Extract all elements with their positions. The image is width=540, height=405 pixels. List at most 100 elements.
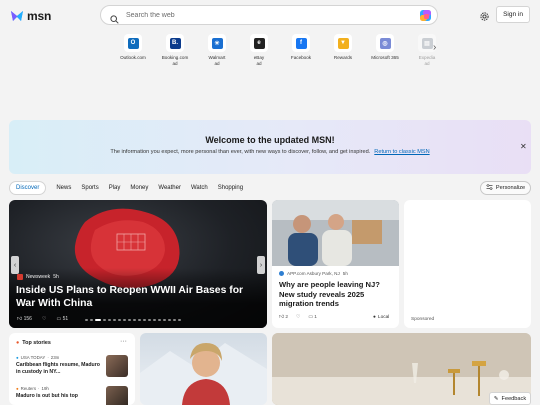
hero-title[interactable]: Inside US Plans to Reopen WWII Air Bases… [16,284,260,310]
local-tag[interactable]: ● Local [373,315,389,320]
quick-link[interactable]: e eBay ad [238,34,280,66]
story-source-age: 19h [41,386,49,391]
quick-link[interactable]: B. Booking.com ad [154,34,196,66]
app-com-logo-icon [279,271,284,276]
more-options-icon[interactable]: ··· [120,338,127,345]
like-button[interactable]: 👍︎ 156 [17,316,32,322]
feedback-icon: ✎ [493,395,499,402]
classic-msn-link[interactable]: Return to classic MSN [374,149,429,155]
carousel-dot[interactable] [113,319,116,321]
top-story-title[interactable]: Caribbean flights resume, Maduro in cust… [16,362,101,375]
tab-play[interactable]: Play [109,185,121,191]
quick-link-tile: ✳ [208,34,226,52]
quick-link[interactable]: ▤ Expedia ad [406,34,448,66]
tab-money[interactable]: Money [130,185,148,191]
top-stories-header: ● Top stories [16,340,51,346]
microsoft365-icon: ◎ [379,37,391,49]
carousel-dot[interactable] [158,319,161,321]
carousel-dot[interactable] [90,319,93,321]
quick-link-ad-tag: ad [172,61,178,66]
dislike-button[interactable]: ♡ [42,316,46,322]
search-input[interactable] [126,11,406,19]
story-source-separator: · [47,355,49,360]
photo-card-person[interactable] [140,333,267,405]
nj-story-card[interactable]: APP.com Asbury Park, NJ 5h Why are peopl… [272,200,399,328]
expedia-icon: ▤ [421,37,433,49]
tab-shopping[interactable]: Shopping [218,185,243,191]
msn-logo[interactable]: msn [10,9,51,23]
quick-link[interactable]: ✳ Walmart ad [196,34,238,66]
quick-link-tile: ▼ [334,34,352,52]
comments-button[interactable]: ▭ 1 [308,315,317,320]
chevron-right-icon[interactable]: › [257,256,265,274]
carousel-dot[interactable] [123,319,126,321]
top-story-item[interactable]: ● USA TODAY · 23m Caribbean flights resume,… [16,355,128,377]
carousel-dot[interactable] [168,319,171,321]
carousel-dots[interactable] [85,319,181,321]
carousel-dot[interactable] [143,319,146,321]
quick-link[interactable]: f Facebook [280,34,322,66]
banner-body: The information you expect, more persona… [9,149,531,155]
carousel-dot[interactable] [138,319,141,321]
story-source-separator: · [38,386,40,391]
sign-in-button[interactable]: Sign in [496,6,530,23]
top-story-thumbnail [106,355,128,377]
top-stories-card: ● Top stories ··· ● USA TODAY · 23m Caribbe… [9,333,135,405]
booking-icon: B. [169,37,181,49]
story-source-name: Reuters [20,386,37,391]
hero-source-age: 5h [53,274,59,280]
carousel-dot[interactable] [108,319,111,321]
quick-link[interactable]: ▼ Rewards [322,34,364,66]
nj-story-image [272,200,399,266]
nj-story-actions: 👍︎ 2 ♡ ▭ 1 [279,315,317,320]
location-pin-icon: ● [373,315,376,320]
chevron-left-icon[interactable]: ‹ [11,256,19,274]
quick-link-label: Rewards [333,55,353,60]
carousel-dot[interactable] [178,319,181,321]
thumbs-down-icon: ♡ [296,315,301,320]
comments-button[interactable]: ▭ 51 [56,316,68,322]
carousel-dot[interactable] [85,319,88,321]
feedback-button[interactable]: ✎ Feedback [489,392,531,405]
hero-card[interactable]: ‹ › Newsweek 5h Inside US Plans to Reope… [9,200,267,328]
tab-weather[interactable]: Weather [158,185,181,191]
tab-watch[interactable]: Watch [191,185,208,191]
carousel-dot[interactable] [148,319,151,321]
dislike-button[interactable]: ♡ [296,315,300,320]
like-count: 156 [23,316,32,322]
search-bar[interactable] [100,5,438,25]
nj-story-title[interactable]: Why are people leaving NJ? New study rev… [279,280,395,309]
close-icon[interactable]: ✕ [520,142,527,151]
like-count: 2 [285,315,289,320]
brand-name: msn [27,9,52,23]
carousel-dot[interactable] [173,319,176,321]
tab-news[interactable]: News [56,185,71,191]
carousel-dot[interactable] [163,319,166,321]
carousel-dot-active[interactable] [95,319,101,321]
quick-link-ad-tag: ad [256,61,262,66]
top-story-title[interactable]: Maduro is out but his top [16,393,101,400]
carousel-dot[interactable] [103,319,106,321]
nj-source-age: 5h [342,271,348,276]
chevron-right-icon[interactable]: › [433,42,436,53]
quick-link[interactable]: O Outlook.com [112,34,154,66]
thumbs-down-icon: ♡ [41,316,47,322]
quick-links: O Outlook.com B. Booking.com ad ✳ Walmart ad e eB… [112,34,448,66]
carousel-dot[interactable] [128,319,131,321]
flame-icon: ● [16,340,20,346]
gear-icon[interactable] [479,9,490,21]
carousel-dot[interactable] [133,319,136,321]
tab-sports[interactable]: Sports [81,185,98,191]
carousel-dot[interactable] [118,319,121,321]
sponsored-card[interactable]: Sponsored [404,200,531,328]
quick-link-label: Facebook [290,55,312,60]
copilot-icon[interactable] [419,9,432,22]
top-story-item[interactable]: ● Reuters · 19h Maduro is out but his top [16,386,128,405]
carousel-dot[interactable] [153,319,156,321]
quick-link-ad-tag: ad [424,61,430,66]
personalize-button[interactable]: Personalize [480,181,531,195]
like-button[interactable]: 👍︎ 2 [279,315,288,320]
quick-link[interactable]: ◎ Microsoft 365 [364,34,406,66]
search-icon [110,11,119,24]
tab-discover[interactable]: Discover [9,181,47,195]
